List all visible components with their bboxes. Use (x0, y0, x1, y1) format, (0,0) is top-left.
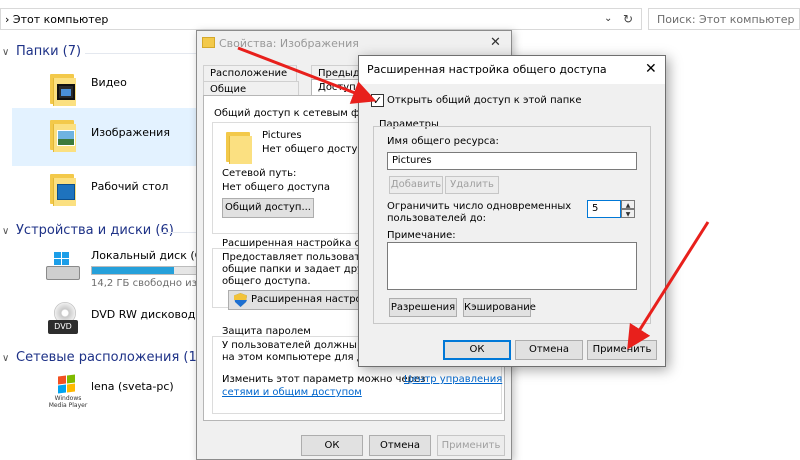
video-folder-icon (50, 72, 76, 106)
chevron-down-icon: ∨ (2, 47, 10, 58)
password-desc-3: Изменить этот параметр можно через (222, 374, 426, 385)
checkmark-icon: ✓ (372, 94, 383, 107)
close-icon[interactable]: ✕ (645, 61, 657, 77)
dvd-drive-icon: DVD (48, 302, 80, 338)
group-devices-label: Устройства и диски (6) (16, 223, 174, 238)
wmp-caption: Windows Media Player (48, 395, 88, 409)
group-divider (85, 53, 200, 54)
add-button[interactable]: Добавить (389, 176, 443, 194)
group-network-label: Сетевые расположения (1) (16, 350, 202, 365)
advanced-sharing-dialog: Расширенная настройка общего доступа ✕ ✓… (358, 55, 666, 367)
ok-button[interactable]: ОК (301, 435, 363, 456)
dvd-caption: DVD (48, 320, 78, 334)
dialog-titlebar: Расширенная настройка общего доступа ✕ (359, 56, 665, 84)
group-folders[interactable]: ∨ Папки (7) (2, 44, 81, 59)
cancel-button[interactable]: Отмена (369, 435, 431, 456)
network-center-link-2[interactable]: сетями и общим доступом (222, 387, 362, 398)
cancel-button[interactable]: Отмена (515, 340, 583, 360)
folder-icon (226, 130, 252, 164)
network-path-value: Нет общего доступа (222, 182, 331, 193)
search-input[interactable]: Поиск: Этот компьютер (648, 8, 800, 30)
advanced-desc-1: Предоставляет пользовател (222, 252, 373, 263)
search-placeholder: Поиск: Этот компьютер (657, 13, 795, 26)
list-item-video[interactable]: Видео (50, 70, 200, 110)
chevron-down-icon: ∨ (2, 226, 10, 237)
spin-up-icon[interactable]: ▲ (621, 200, 635, 209)
address-text: › Этот компьютер (5, 13, 109, 26)
user-limit-input[interactable]: 5 (587, 200, 621, 218)
group-folders-label: Папки (7) (16, 44, 82, 59)
advanced-desc-3: общего доступа. (222, 276, 311, 287)
uac-shield-icon (234, 293, 247, 307)
comment-label: Примечание: (387, 230, 456, 241)
item-label: Изображения (91, 126, 170, 139)
share-checkbox-label: Открыть общий доступ к этой папке (387, 95, 582, 106)
properties-title: Свойства: Изображения (219, 37, 359, 50)
item-label: Видео (91, 76, 127, 89)
item-label: Локальный диск (C:) (91, 249, 211, 262)
share-button[interactable]: Общий доступ... (222, 198, 314, 218)
list-item-images[interactable]: Изображения (50, 116, 200, 156)
user-limit-label-1: Ограничить число одновременных (387, 201, 572, 212)
close-icon[interactable]: ✕ (490, 35, 501, 50)
disk-usage-bar (91, 266, 201, 275)
permissions-button[interactable]: Разрешения (389, 298, 457, 317)
desktop-folder-icon (50, 172, 76, 206)
advanced-sharing-button[interactable]: Расширенная настройка... (228, 290, 390, 310)
group-network[interactable]: ∨ Сетевые расположения (1) (2, 350, 202, 365)
folder-name: Pictures (262, 130, 302, 141)
user-limit-label-2: пользователей до: (387, 213, 486, 224)
chevron-down-icon: ∨ (2, 353, 10, 364)
spin-down-icon[interactable]: ▼ (621, 209, 635, 218)
network-center-link[interactable]: Центр управления (404, 374, 502, 385)
disk-free-text: 14,2 ГБ свободно из 59 (91, 278, 213, 289)
refresh-icon[interactable]: ↻ (623, 12, 633, 26)
list-item-network[interactable]: Windows Media Player lena (sveta-pc) (44, 374, 200, 418)
caching-button[interactable]: Кэширование (463, 298, 536, 317)
apply-button[interactable]: Применить (587, 340, 657, 360)
item-label: Рабочий стол (91, 180, 169, 193)
folder-icon (202, 37, 215, 48)
pictures-folder-icon (50, 118, 76, 152)
hard-drive-icon (46, 252, 80, 280)
tab-location[interactable]: Расположение (203, 65, 297, 82)
share-checkbox[interactable]: ✓ (371, 94, 384, 107)
dialog-title: Расширенная настройка общего доступа (367, 63, 607, 76)
list-item-desktop[interactable]: Рабочий стол (50, 170, 200, 210)
list-item-dvd[interactable]: DVD DVD RW дисковод (F:) (44, 300, 217, 342)
comment-textarea[interactable] (387, 242, 637, 290)
group-devices[interactable]: ∨ Устройства и диски (6) (2, 223, 174, 238)
address-bar[interactable]: › Этот компьютер ⌄ ↻ (0, 8, 642, 30)
share-name-label: Имя общего ресурса: (387, 136, 499, 147)
remove-button[interactable]: Удалить (445, 176, 499, 194)
item-label: lena (sveta-pc) (91, 380, 174, 393)
folder-status: Нет общего доступа (262, 144, 371, 155)
network-path-label: Сетевой путь: (222, 168, 297, 179)
disk-usage-fill (92, 267, 175, 274)
apply-button[interactable]: Применить (437, 435, 505, 456)
windows-media-player-icon: Windows Media Player (48, 374, 88, 414)
group-divider (160, 232, 200, 233)
ok-button[interactable]: ОК (443, 340, 511, 360)
share-name-input[interactable]: Pictures (387, 152, 637, 170)
chevron-down-icon[interactable]: ⌄ (604, 13, 612, 24)
